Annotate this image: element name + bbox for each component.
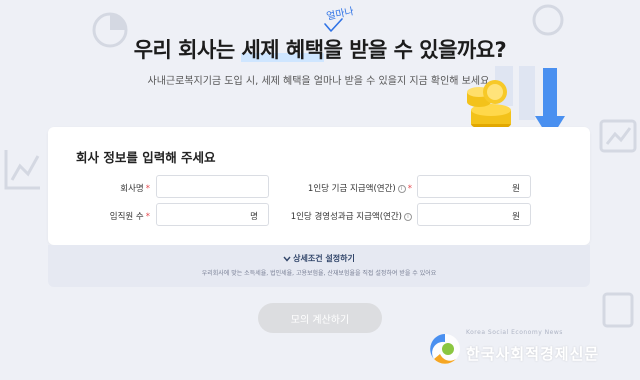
required-mark: * [145, 212, 150, 222]
publisher-logo: Korea Social Economy News 한국사회적경제신문 [428, 328, 628, 368]
company-name-label: 회사명 * [120, 184, 150, 194]
check-mark-icon [324, 18, 343, 32]
fund-per-person-label: 1인당 기금 지급액(연간) i * [307, 184, 412, 194]
form-title: 회사 정보를 입력해 주세요 [76, 150, 216, 165]
advanced-settings-band: 상세조건 설정하기 우리회사에 맞는 소득세율, 법인세율, 고용보험율, 산재… [48, 245, 590, 287]
fund-unit: 원 [512, 184, 520, 194]
page-title: 우리 회사는 세제 혜택을 받을 수 있을까요? [133, 38, 507, 62]
company-info-card: 회사 정보를 입력해 주세요 회사명 * 임직원 수 * 명 1인당 기금 지급액(… [48, 127, 590, 245]
employees-label: 임직원 수 * [109, 212, 150, 222]
employees-field[interactable]: 명 [156, 203, 269, 226]
bar-chart-deco-icon [4, 150, 40, 190]
advanced-settings-toggle[interactable]: 상세조건 설정하기 [48, 253, 590, 264]
bonus-per-person-field[interactable]: 원 [417, 203, 531, 226]
required-mark: * [407, 184, 412, 194]
fund-per-person-field[interactable]: 원 [417, 175, 531, 198]
employees-unit: 명 [250, 212, 258, 222]
required-mark: * [145, 184, 150, 194]
bonus-per-person-label: 1인당 경영성과급 지급액(연간) i [266, 210, 412, 222]
chevron-down-icon [283, 256, 291, 262]
info-icon[interactable]: i [404, 212, 412, 221]
doc-deco-icon [602, 292, 634, 328]
calculate-button[interactable]: 모의 계산하기 [258, 303, 382, 333]
info-icon[interactable]: i [397, 184, 406, 193]
company-name-field[interactable] [156, 175, 269, 198]
logo-name: 한국사회적경제신문 [466, 345, 600, 363]
bonus-unit: 원 [512, 212, 520, 222]
logo-tagline: Korea Social Economy News [466, 329, 563, 336]
logo-emblem-icon [430, 334, 460, 364]
advanced-settings-note: 우리회사에 맞는 소득세율, 법인세율, 고용보험율, 산재보험율을 직접 설정… [201, 270, 437, 277]
company-name-input[interactable] [157, 176, 268, 197]
